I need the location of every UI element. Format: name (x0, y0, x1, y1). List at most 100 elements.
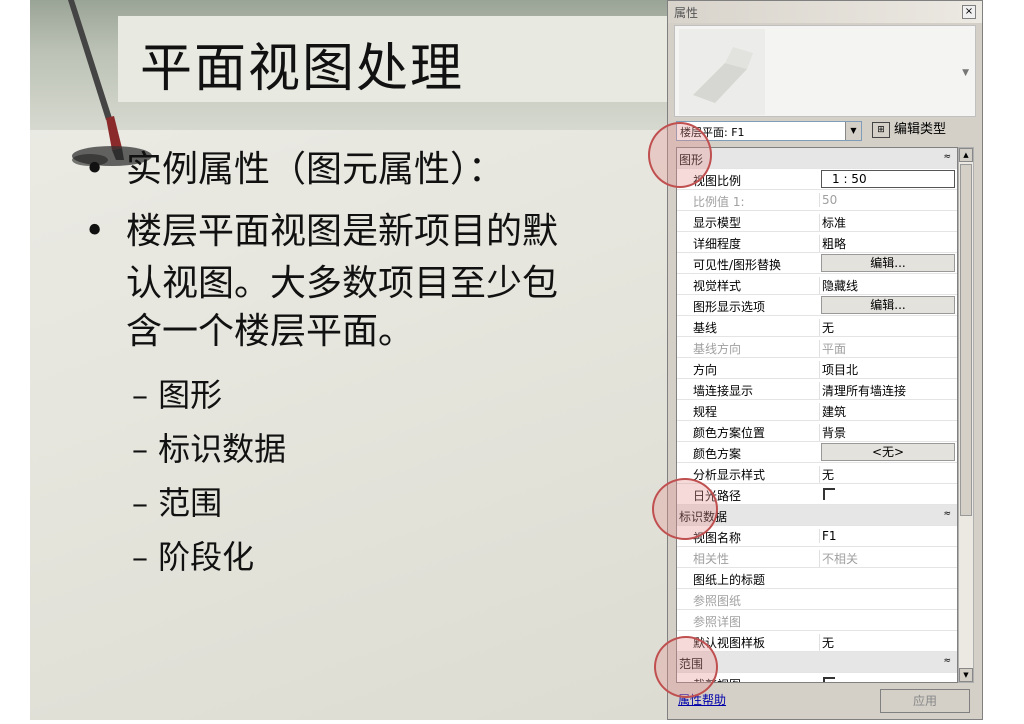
property-value[interactable]: 背景 (819, 424, 957, 441)
bullet-instance-props: • 实例属性（图元属性）： (84, 144, 505, 196)
slide-title: 平面视图处理 (140, 39, 465, 99)
property-name: 相关性 (693, 552, 730, 566)
property-value: 50 (819, 193, 957, 207)
property-row: 比例值 1: 50 (677, 190, 957, 211)
property-value[interactable]: F1 (819, 529, 957, 543)
property-value[interactable]: 项目北 (819, 361, 957, 378)
bullet-marker: • (84, 211, 106, 252)
panel-titlebar: 属性 × (668, 1, 982, 23)
view-scale-field[interactable]: 1 : 50 (821, 170, 955, 188)
edit-type-button[interactable]: ⊞ 编辑类型 (872, 119, 946, 141)
bullet-text: 楼层平面视图是新项目的默 (126, 211, 559, 252)
group-header-extents[interactable]: 范围 ≈ (677, 652, 957, 673)
collapse-icon[interactable]: ≈ (943, 656, 951, 666)
property-name: 颜色方案位置 (693, 426, 766, 440)
property-row: 视图名称 F1 (677, 526, 957, 547)
property-value[interactable]: 清理所有墙连接 (819, 382, 957, 399)
property-row: 参照图纸 (677, 589, 957, 610)
property-row: 相关性 不相关 (677, 547, 957, 568)
apply-button[interactable]: 应用 (880, 689, 970, 713)
crop-view-checkbox[interactable] (823, 677, 835, 682)
property-row: 参照详图 (677, 610, 957, 631)
property-grid: 图形 ≈ 视图比例 1 : 50 比例值 1: 50 显示模型 标准 详细程度 … (676, 147, 958, 683)
highlight-annotation (654, 636, 718, 698)
panel-title: 属性 (674, 6, 699, 20)
property-row: 显示模型 标准 (677, 211, 957, 232)
property-value[interactable]: 粗略 (819, 235, 957, 252)
property-grid-scrollbar[interactable]: ▲ ▼ (958, 147, 974, 683)
property-row: 裁剪视图 (677, 673, 957, 682)
bullet-text: 实例属性（图元属性）： (126, 149, 505, 190)
property-row: 图形显示选项 编辑... (677, 295, 957, 316)
scroll-up-icon[interactable]: ▲ (959, 148, 973, 162)
sub-item-phasing: – 阶段化 (132, 538, 255, 576)
highlight-annotation (648, 122, 712, 188)
property-row: 颜色方案 <无> (677, 442, 957, 463)
edit-type-label: 编辑类型 (894, 122, 947, 137)
property-row: 方向 项目北 (677, 358, 957, 379)
property-value[interactable]: 标准 (819, 214, 957, 231)
property-row: 视图比例 1 : 50 (677, 169, 957, 190)
property-name: 参照图纸 (693, 594, 742, 608)
property-name: 视图名称 (693, 531, 742, 545)
collapse-icon[interactable]: ≈ (943, 509, 951, 519)
scroll-thumb[interactable] (960, 164, 972, 516)
property-row: 可见性/图形替换 编辑... (677, 253, 957, 274)
property-name: 图形显示选项 (693, 300, 766, 314)
property-value[interactable]: 无 (819, 466, 957, 483)
group-header-graphics[interactable]: 图形 ≈ (677, 148, 957, 169)
property-value[interactable]: 隐藏线 (819, 277, 957, 294)
property-name: 可见性/图形替换 (693, 258, 782, 272)
property-name: 比例值 1: (693, 195, 745, 209)
property-name: 规程 (693, 405, 718, 419)
scroll-down-icon[interactable]: ▼ (959, 668, 973, 682)
property-row: 颜色方案位置 背景 (677, 421, 957, 442)
type-preview-image: ▼ (674, 25, 976, 117)
property-name: 参照详图 (693, 615, 742, 629)
property-value: 不相关 (819, 550, 957, 567)
property-row: 墙连接显示 清理所有墙连接 (677, 379, 957, 400)
property-name: 分析显示样式 (693, 468, 766, 482)
bullet-text: 含一个楼层平面。 (126, 311, 415, 352)
highlight-annotation (652, 478, 718, 540)
property-name: 视图比例 (693, 174, 742, 188)
edit-type-icon: ⊞ (872, 121, 890, 138)
property-name: 颜色方案 (693, 447, 742, 461)
property-row: 详细程度 粗略 (677, 232, 957, 253)
color-scheme-button[interactable]: <无> (821, 443, 955, 461)
properties-panel: 属性 × ▼ 楼层平面: F1 ▼ ⊞ 编辑类型 图形 ≈ 视图比例 1 : 50… (667, 0, 983, 720)
property-value: 平面 (819, 340, 957, 357)
property-row: 默认视图样板 无 (677, 631, 957, 652)
close-icon[interactable]: × (962, 5, 976, 19)
sub-item-identity: – 标识数据 (132, 430, 287, 468)
wall-type-thumbnail-icon (679, 29, 765, 115)
property-name: 图纸上的标题 (693, 573, 766, 587)
graphic-display-edit-button[interactable]: 编辑... (821, 296, 955, 314)
slide: 平面视图处理 • 实例属性（图元属性）： • 楼层平面视图是新项目的默 认视图。… (30, 0, 670, 720)
group-header-identity-data[interactable]: 标识数据 ≈ (677, 505, 957, 526)
collapse-icon[interactable]: ≈ (943, 152, 951, 162)
brush-decoration (68, 0, 124, 160)
sub-item-extents: – 范围 (132, 484, 223, 522)
property-row: 日光路径 (677, 484, 957, 505)
property-row: 视觉样式 隐藏线 (677, 274, 957, 295)
property-name: 详细程度 (693, 237, 742, 251)
property-name: 基线 (693, 321, 718, 335)
property-name: 墙连接显示 (693, 384, 754, 398)
property-row: 图纸上的标题 (677, 568, 957, 589)
property-value[interactable]: 建筑 (819, 403, 957, 420)
property-value[interactable]: 无 (819, 634, 957, 651)
property-value[interactable]: 无 (819, 319, 957, 336)
property-row: 基线方向 平面 (677, 337, 957, 358)
bullet-text: 认视图。大多数项目至少包 (126, 263, 559, 304)
visibility-edit-button[interactable]: 编辑... (821, 254, 955, 272)
chevron-down-icon[interactable]: ▼ (845, 122, 861, 140)
bullet-floor-plan: • 楼层平面视图是新项目的默 (84, 206, 559, 258)
property-row: 分析显示样式 无 (677, 463, 957, 484)
preview-dropdown-icon[interactable]: ▼ (962, 68, 969, 78)
property-name: 视觉样式 (693, 279, 742, 293)
bullet-continuation: 认视图。大多数项目至少包 (126, 258, 558, 310)
sun-path-checkbox[interactable] (823, 488, 835, 500)
property-name: 显示模型 (693, 216, 742, 230)
bullet-continuation: 含一个楼层平面。 (126, 306, 414, 358)
